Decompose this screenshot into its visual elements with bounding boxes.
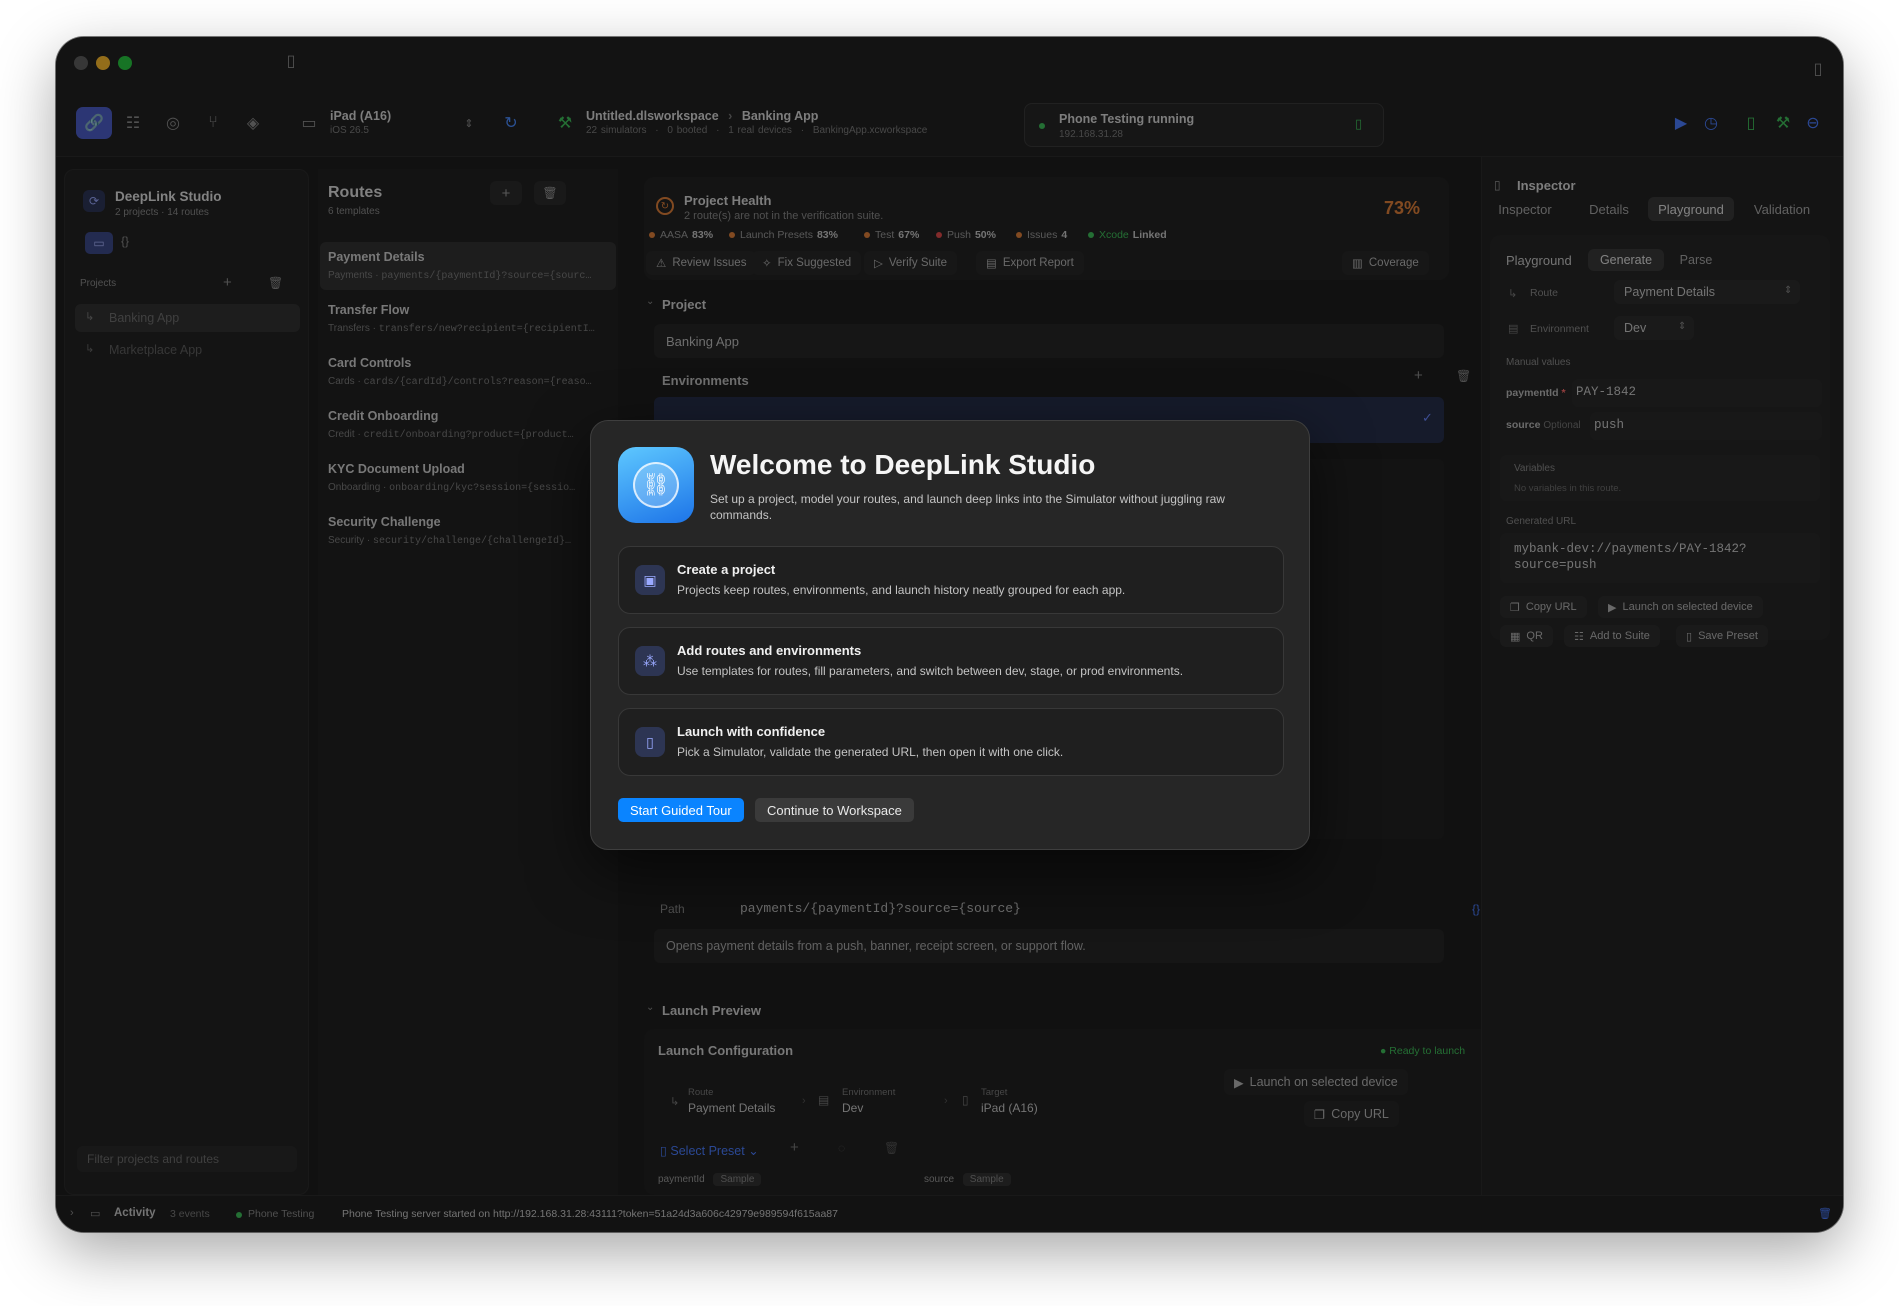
card-description: Use templates for routes, fill parameter… (677, 664, 1184, 678)
continue-workspace-button[interactable]: Continue to Workspace (755, 798, 914, 822)
nodes-icon: ⁂ (635, 646, 665, 676)
app-window: ▯ ▯ 🔗 ☷ ◎ ⑂ ◈ ▭ iPad (A16) iOS 26.5 ⇕ ↻ … (56, 37, 1843, 1232)
routes-environments-card: ⁂ Add routes and environments Use templa… (618, 627, 1284, 695)
app-icon: ⛓ (618, 447, 694, 523)
device-icon: ▯ (635, 727, 665, 757)
launch-confidence-card: ▯ Launch with confidence Pick a Simulato… (618, 708, 1284, 776)
create-project-card: ▣ Create a project Projects keep routes,… (618, 546, 1284, 614)
card-title: Add routes and environments (677, 643, 862, 658)
card-title: Create a project (677, 562, 776, 577)
welcome-dialog: ⛓ Welcome to DeepLink Studio Set up a pr… (590, 420, 1310, 850)
start-guided-tour-button[interactable]: Start Guided Tour (618, 798, 744, 822)
card-title: Launch with confidence (677, 724, 826, 739)
welcome-subtitle: Set up a project, model your routes, and… (710, 492, 1225, 522)
link-icon: ⛓ (633, 462, 679, 508)
welcome-title: Welcome to DeepLink Studio (710, 449, 1096, 480)
card-description: Projects keep routes, environments, and … (677, 583, 1126, 597)
card-description: Pick a Simulator, validate the generated… (677, 745, 1064, 759)
tray-icon: ▣ (635, 565, 665, 595)
